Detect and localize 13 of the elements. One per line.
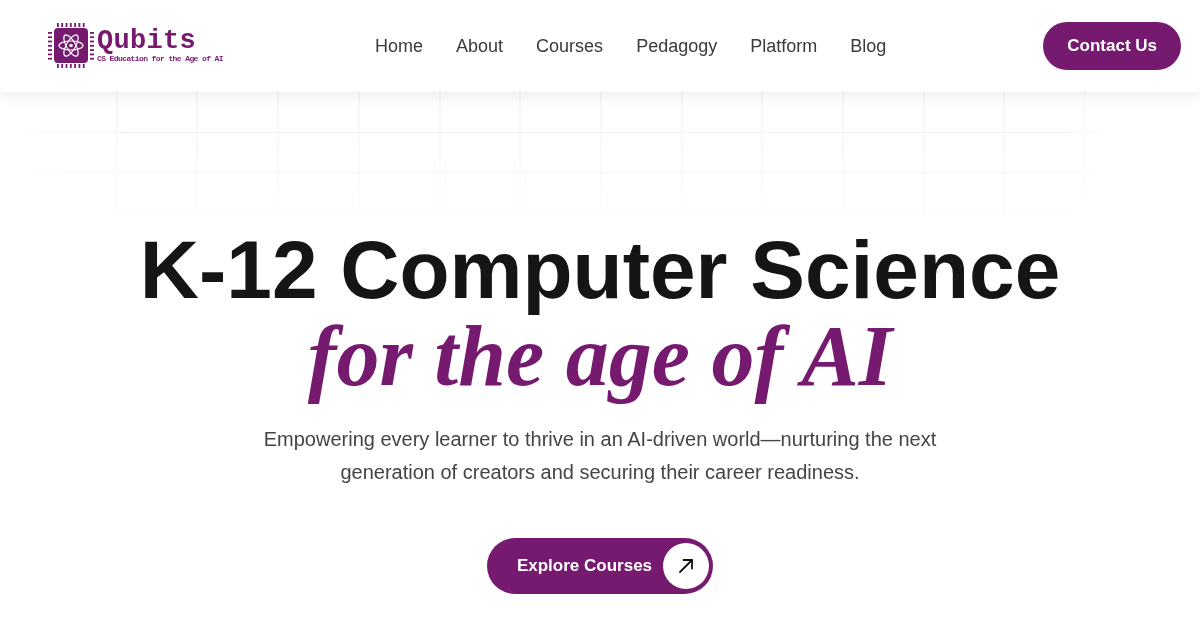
nav-link[interactable]: Blog	[850, 35, 887, 57]
chip-atom-icon	[47, 22, 95, 70]
logo-wordmark: Qubits	[97, 29, 197, 54]
nav-link[interactable]: Home	[375, 35, 424, 57]
nav-link[interactable]: About	[456, 35, 504, 57]
logo-tagline: CS Education for the Age of AI	[97, 54, 224, 63]
nav-link[interactable]: Pedagogy	[636, 35, 718, 57]
nav-link[interactable]: Courses	[536, 35, 604, 57]
explore-courses-button[interactable]: Explore Courses	[486, 538, 714, 594]
hero-description: Empowering every learner to thrive in an AI-driven world—nurturing the next generation of creators and securing their career readiness.	[262, 427, 938, 485]
hero-heading: K-12 Computer Science	[139, 226, 1061, 313]
contact-us-button[interactable]: Contact Us	[1043, 22, 1181, 70]
nav-link[interactable]: Platform	[750, 35, 818, 57]
